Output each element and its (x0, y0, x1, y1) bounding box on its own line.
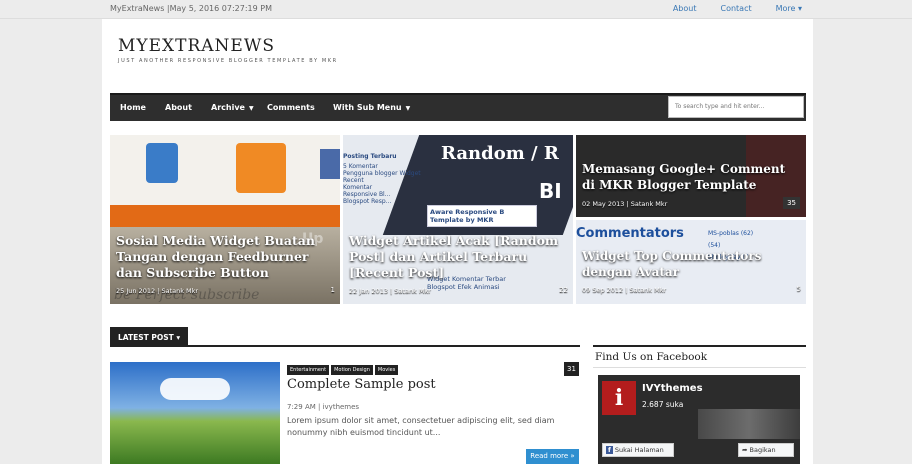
post-meta: 7:29 AM | ivythemes (287, 403, 360, 411)
chevron-down-icon: ▼ (248, 105, 254, 112)
facebook-icon: f (606, 446, 613, 454)
tile-art-text: Komentar (343, 184, 373, 191)
site-logo[interactable]: MYEXTRANEWS (118, 36, 275, 56)
caret-down-icon: ▾ (176, 333, 181, 342)
nav-home[interactable]: Home (120, 103, 146, 112)
tile-art-heading: Commentators (576, 226, 684, 241)
featured-meta: 02 May 2013 | Satank Mkr (582, 200, 668, 208)
post-excerpt: Lorem ipsum dolor sit amet, consectetuer… (287, 416, 555, 437)
comment-count: 35 (783, 197, 800, 209)
tile-art-text: 5 Komentar (343, 163, 378, 170)
post-thumbnail[interactable] (110, 362, 280, 464)
tile-art-text: Posting Terbaru (343, 153, 397, 160)
post-title[interactable]: Complete Sample post (287, 377, 436, 392)
post-tags: Entertainment Motion Design Movies (287, 364, 400, 375)
comment-count: 1 (330, 286, 335, 294)
site-date: MyExtraNews |May 5, 2016 07:27:19 PM (110, 4, 272, 13)
top-bar: MyExtraNews |May 5, 2016 07:27:19 PM Abo… (0, 0, 912, 19)
rss-icon (236, 143, 286, 193)
read-more-button[interactable]: Read more » (526, 449, 579, 464)
featured-post-2[interactable]: Random / R BI Posting Terbaru 5 Komentar… (343, 135, 573, 304)
page-logo: i (602, 381, 636, 415)
facebook-page-name[interactable]: IVYthemes (642, 383, 703, 394)
nav-comments[interactable]: Comments (267, 103, 315, 112)
search-input[interactable]: To search type and hit enter... (668, 96, 804, 118)
tile-art-text: MS-poblas (62) (708, 230, 754, 237)
tile-art-big: BI (539, 179, 562, 203)
twitter-icon (146, 143, 178, 183)
top-link-about[interactable]: About (673, 4, 697, 13)
facebook-widget-title: Find Us on Facebook (595, 351, 708, 363)
featured-title[interactable]: Widget Top Commentators dengan Avatar (582, 248, 782, 280)
featured-post-4[interactable]: Commentators MS-poblas (62) (54) Shirley… (576, 220, 806, 304)
comment-count: 5 (796, 285, 801, 293)
featured-meta: 25 Jun 2012 | Satank Mkr (116, 287, 199, 295)
tile-art-box: Aware Responsive B Template by MKR (427, 205, 537, 227)
latest-post-label[interactable]: LATEST POST ▾ (110, 327, 189, 347)
nav-about[interactable]: About (165, 103, 192, 112)
tag-motion-design[interactable]: Motion Design (331, 365, 373, 375)
top-link-more[interactable]: More ▾ (776, 4, 802, 13)
tile-art-text: Blogspot Resp... (343, 198, 392, 205)
featured-meta: 09 Sep 2012 | Satank Mkr (582, 286, 667, 294)
featured-title[interactable]: Widget Artikel Acak [Random Post] dan Ar… (349, 233, 571, 281)
tile-art-heading: Random / R (441, 143, 559, 164)
tile-art-text: Responsive Bl... (343, 191, 391, 198)
featured-meta: 22 Jan 2013 | Satank Mkr (349, 287, 431, 295)
featured-post-3[interactable]: Memasang Google+ Comment di MKR Blogger … (576, 135, 806, 217)
site-tagline: JUST ANOTHER RESPONSIVE BLOGGER TEMPLATE… (118, 58, 338, 64)
post-comment-count[interactable]: 31 (564, 362, 579, 376)
tile-art-text: Blogspot Efek Animasi (427, 283, 500, 291)
tile-art-text: Pengguna blogger Widget Recent (343, 170, 421, 184)
facebook-page-box[interactable]: i IVYthemes 2.687 suka f Sukai Halaman ➦… (598, 375, 800, 464)
featured-title[interactable]: Sosial Media Widget Buatan Tangan dengan… (116, 233, 336, 281)
facebook-widget-header: Find Us on Facebook (593, 345, 806, 368)
share-icon: ➦ (742, 446, 748, 454)
facebook-share-button[interactable]: ➦ Bagikan (738, 443, 794, 457)
comment-count: 22 (559, 286, 568, 294)
facebook-like-count: 2.687 suka (642, 400, 684, 409)
nav-archive[interactable]: Archive ▼ (211, 103, 254, 112)
social-icon (320, 149, 340, 179)
featured-title[interactable]: Memasang Google+ Comment di MKR Blogger … (582, 161, 802, 193)
featured-post-1[interactable]: be Perfect subscribe Up Sosial Media Wid… (110, 135, 340, 304)
chevron-down-icon: ▼ (405, 105, 411, 112)
tag-movies[interactable]: Movies (374, 365, 399, 375)
tag-entertainment[interactable]: Entertainment (287, 365, 330, 375)
latest-post-header: LATEST POST ▾ (110, 327, 580, 347)
facebook-like-button[interactable]: f Sukai Halaman (602, 443, 674, 457)
nav-with-sub-menu[interactable]: With Sub Menu ▼ (333, 103, 410, 112)
top-link-contact[interactable]: Contact (720, 4, 751, 13)
